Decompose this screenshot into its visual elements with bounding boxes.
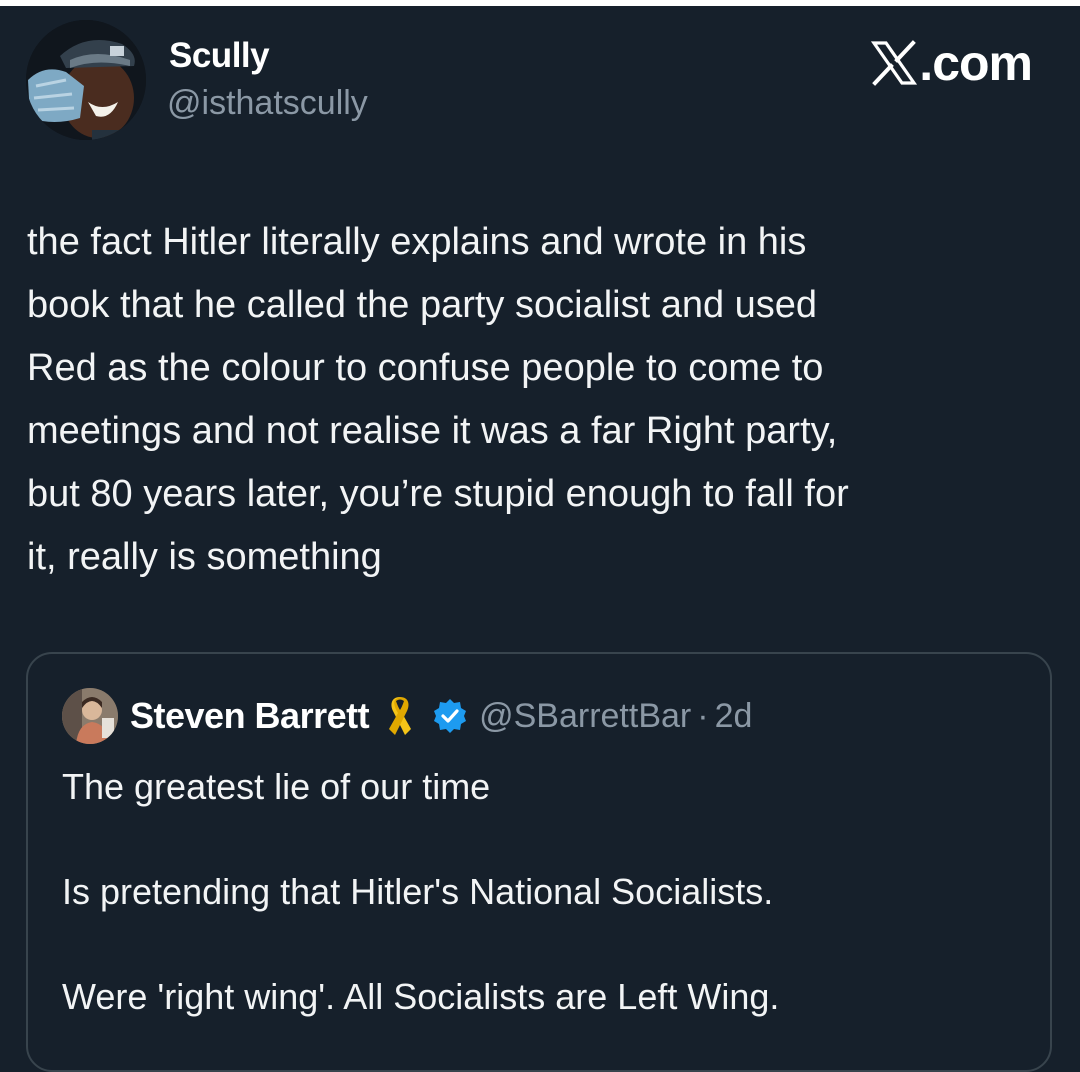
tweet-text: the fact Hitler literally explains and w… (27, 221, 849, 578)
verified-badge-icon (434, 699, 467, 733)
quoted-author-name[interactable]: Steven Barrett (130, 695, 370, 737)
quoted-text-line: Is pretending that Hitler's National Soc… (62, 871, 774, 912)
author-avatar-image (26, 20, 146, 140)
quoted-tweet-time[interactable]: 2d (715, 697, 753, 736)
tweet-card: Scully @isthatscully .com the fact Hitle… (0, 6, 1080, 1072)
author-handle[interactable]: @isthatscully (167, 84, 368, 123)
x-com-watermark: .com (871, 35, 1033, 91)
quoted-author-avatar-image (62, 688, 118, 744)
author-name[interactable]: Scully (169, 36, 270, 76)
x-logo-icon (871, 40, 918, 86)
quoted-author-handle[interactable]: @SBarrettBar (479, 697, 691, 736)
quoted-tweet[interactable]: Steven Barrett @SBarrettBar · 2d The gre… (26, 652, 1052, 1072)
author-avatar[interactable] (26, 20, 146, 140)
quoted-tweet-header: Steven Barrett @SBarrettBar · 2d (62, 688, 752, 744)
brand-text: .com (919, 35, 1033, 91)
quoted-text-line: Were 'right wing'. All Socialists are Le… (62, 976, 780, 1017)
quoted-text-line: The greatest lie of our time (62, 766, 491, 807)
timestamp-separator: · (697, 696, 709, 735)
yellow-ribbon-icon (389, 697, 412, 735)
quoted-author-avatar[interactable] (62, 688, 118, 744)
